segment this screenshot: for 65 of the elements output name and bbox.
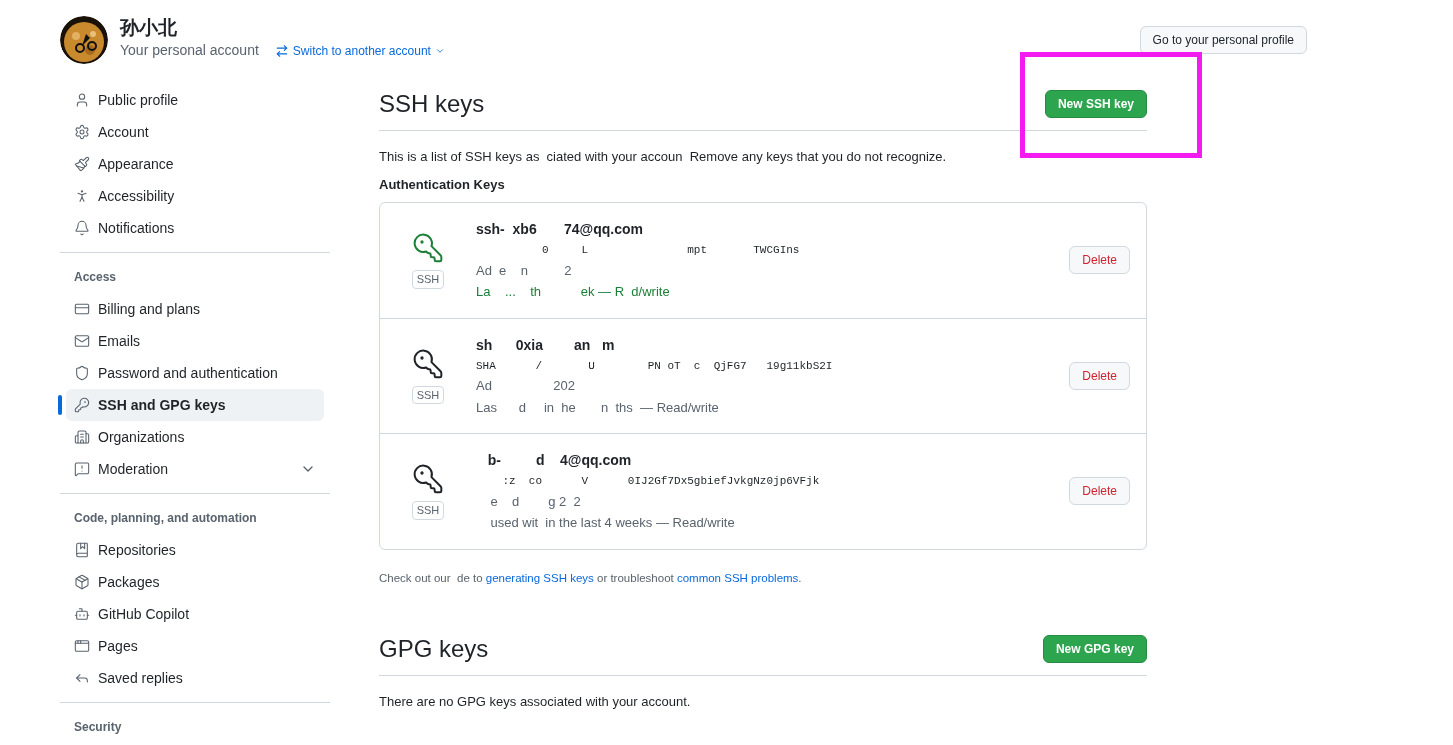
- sidebar-item[interactable]: Emails: [66, 325, 324, 357]
- avatar: [60, 16, 108, 64]
- ssh-label: SSH: [411, 385, 445, 404]
- sidebar-item[interactable]: Public profile: [66, 84, 324, 116]
- key-last-used: La ... th ek — R d/write: [476, 283, 671, 301]
- robot-icon: [74, 606, 90, 622]
- shield-icon: [74, 365, 90, 381]
- section-heading: Security: [73, 719, 123, 736]
- account-name: 孙小北: [120, 16, 178, 40]
- key-title: b- d 4@qq.com: [486, 451, 633, 470]
- sidebar-item[interactable]: Password and authentication: [66, 357, 324, 389]
- key-fingerprint: :z co V 0IJ2Gf7Dx5gbiefJvkgNz0jp6VFjk: [501, 474, 821, 489]
- delete-button[interactable]: Delete: [1069, 477, 1130, 506]
- key-added-date: e d g 2 2: [489, 492, 582, 511]
- swap-arrows-icon: [274, 43, 289, 58]
- guide-link[interactable]: generating SSH keys: [485, 571, 594, 584]
- sidebar-item[interactable]: Accessibility: [66, 180, 324, 212]
- key-icon: [74, 397, 90, 413]
- person-icon: [74, 92, 90, 108]
- key-added-date: Ad e n 2: [476, 261, 573, 280]
- sidebar-item[interactable]: Notifications: [66, 212, 324, 244]
- sidebar-item[interactable]: Appearance: [66, 148, 324, 180]
- key-last-used: Las d in he n ths — Read/write: [476, 398, 720, 417]
- key-added-date: Ad 202: [476, 377, 576, 395]
- empty-message: There are no GPG keys associated with your account.: [379, 692, 692, 711]
- box-icon: [74, 574, 90, 590]
- key-fingerprint: SHA / U PN oT c QjFG7 19g11kbS2I: [476, 358, 834, 374]
- sidebar-item[interactable]: SSH and GPG keys: [66, 389, 324, 421]
- section-title: SSH keys: [379, 89, 485, 119]
- person-icon: [74, 188, 90, 204]
- key-title: ssh- xb6 74@qq.com: [476, 220, 644, 239]
- section-heading: Code, planning, and automation: [73, 510, 258, 527]
- description: This is a list of SSH keys as ciated with your accoun Remove any keys that you do not recognize.: [379, 148, 948, 166]
- sidebar-item[interactable]: Organizations: [66, 421, 324, 453]
- sidebar-item[interactable]: Billing and plans: [66, 293, 324, 325]
- key-title: sh 0xia an m: [476, 335, 616, 355]
- account-subtitle: Your personal account: [120, 41, 259, 60]
- section-heading: Access: [73, 269, 118, 286]
- ssh-label: SSH: [411, 501, 445, 520]
- group-title: Authentication Keys: [379, 175, 506, 194]
- book-icon: [74, 542, 90, 558]
- sidebar-item[interactable]: Account: [66, 116, 324, 148]
- card-icon: [74, 301, 90, 317]
- ssh-label: SSH: [411, 270, 445, 289]
- profile-button[interactable]: Go to your personal profile: [1139, 26, 1307, 54]
- envelope-icon: [74, 333, 90, 349]
- bell-icon: [74, 220, 90, 236]
- brush-icon: [74, 156, 90, 172]
- building-icon: [74, 429, 90, 445]
- key-last-used: used wit in the last 4 weeks — Read/write: [489, 514, 736, 532]
- sidebar-item[interactable]: Saved replies: [66, 662, 324, 694]
- switch-account-link[interactable]: Switch to another account: [274, 41, 445, 60]
- sidebar-item[interactable]: Moderation: [66, 453, 324, 485]
- sidebar-item[interactable]: Packages: [66, 566, 324, 598]
- sidebar-item[interactable]: Repositories: [66, 534, 324, 566]
- speech-bubble-icon: [74, 461, 90, 477]
- section-title: GPG keys: [379, 633, 489, 664]
- sidebar-item[interactable]: GitHub Copilot: [66, 598, 324, 630]
- delete-button[interactable]: Delete: [1069, 361, 1130, 390]
- help-text: Check out our de to generating SSH keys or troubleshoot common SSH problems.: [379, 570, 803, 586]
- window-icon: [74, 638, 90, 654]
- gear-icon: [74, 124, 90, 140]
- sidebar-item[interactable]: Pages: [66, 630, 324, 662]
- key-fingerprint: 0 L mpt TWCGIns: [541, 243, 801, 258]
- delete-button[interactable]: Delete: [1069, 246, 1130, 275]
